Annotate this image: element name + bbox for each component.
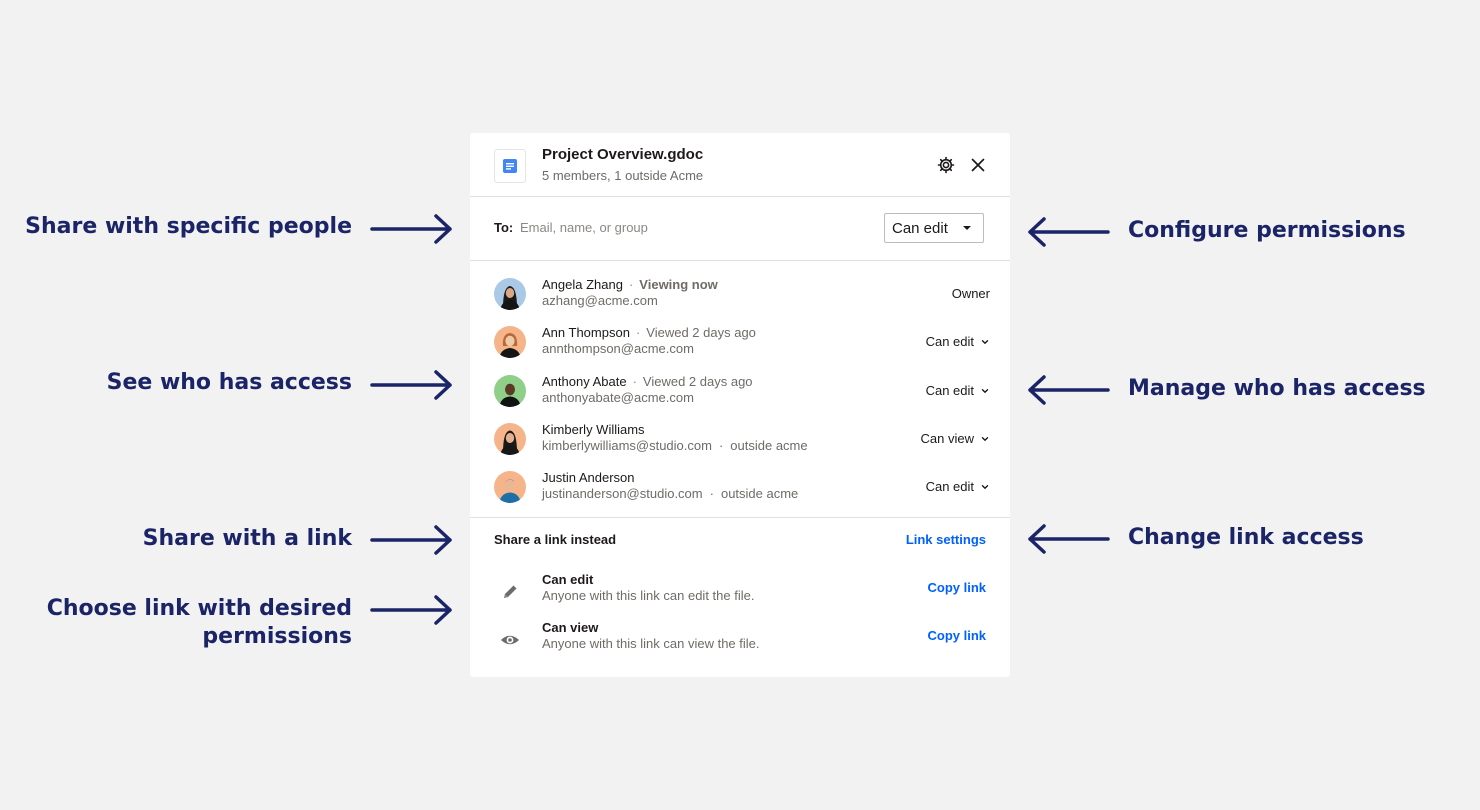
list-item: Kimberly Williams kimberlywilliams@studi… xyxy=(470,416,1010,464)
role-label: Can edit xyxy=(925,479,974,494)
copy-link-button[interactable]: Copy link xyxy=(927,580,986,595)
role-label: Can view xyxy=(920,431,974,446)
link-option-description: Anyone with this link can view the file. xyxy=(542,636,760,651)
member-email: anthonyabate@acme.com xyxy=(542,390,694,405)
arrow-right-icon xyxy=(370,594,456,626)
arrow-left-icon xyxy=(1024,216,1110,248)
member-role-dropdown[interactable]: Can edit xyxy=(926,479,990,494)
arrow-left-icon xyxy=(1024,374,1110,406)
member-name-line: Kimberly Williams xyxy=(542,422,645,437)
role-label: Owner xyxy=(951,286,990,301)
link-option-title: Can edit xyxy=(542,572,594,587)
avatar xyxy=(494,278,526,310)
member-email: kimberlywilliams@studio.com xyxy=(542,438,712,453)
member-email: azhang@acme.com xyxy=(542,293,658,308)
member-email-line: justinanderson@studio.com · outside acme xyxy=(542,486,799,501)
eye-icon xyxy=(498,628,522,652)
link-option-title: Can view xyxy=(542,620,599,635)
member-name: Angela Zhang xyxy=(542,277,623,292)
annotation-share-link: Share with a link xyxy=(142,526,352,551)
arrow-right-icon xyxy=(370,369,456,401)
google-doc-icon xyxy=(494,149,526,183)
close-icon[interactable] xyxy=(968,155,988,175)
external-badge: outside acme xyxy=(730,438,808,453)
list-item: Justin Anderson justinanderson@studio.co… xyxy=(470,464,1010,512)
annotation-see-access: See who has access xyxy=(106,370,352,395)
member-role-dropdown[interactable]: Can view xyxy=(921,431,990,446)
member-status: Viewed 2 days ago xyxy=(642,374,753,389)
chevron-down-icon xyxy=(981,388,989,393)
annotation-choose-link: Choose link with desired permissions xyxy=(47,595,352,651)
permission-dropdown[interactable]: Can edit xyxy=(884,213,984,243)
link-settings-button[interactable]: Link settings xyxy=(906,532,986,547)
recipient-input[interactable] xyxy=(518,214,872,240)
member-summary: 5 members, 1 outside Acme xyxy=(542,168,704,183)
chevron-down-icon xyxy=(981,436,989,441)
link-option-view: Can view Anyone with this link can view … xyxy=(470,620,1010,660)
member-email-line: kimberlywilliams@studio.com · outside acme xyxy=(542,438,808,453)
member-name: Justin Anderson xyxy=(542,470,635,485)
member-name: Kimberly Williams xyxy=(542,422,645,437)
member-name-line: Justin Anderson xyxy=(542,470,635,485)
annotation-choose-link-line2: permissions xyxy=(202,624,352,649)
dialog-header: Project Overview.gdoc 5 members, 1 outsi… xyxy=(470,133,1010,197)
member-status: Viewed 2 days ago xyxy=(646,325,756,340)
pencil-icon xyxy=(498,580,522,604)
member-name-line: Anthony Abate · Viewed 2 days ago xyxy=(542,374,753,389)
annotation-change-link-access: Change link access xyxy=(1128,525,1364,550)
permission-value: Can edit xyxy=(892,220,948,237)
link-option-description: Anyone with this link can edit the file. xyxy=(542,588,755,603)
caret-down-icon xyxy=(963,226,971,230)
list-item: Ann Thompson · Viewed 2 days ago annthomps… xyxy=(470,319,1010,367)
share-to-row: To: Can edit xyxy=(470,197,1010,261)
annotation-share-specific: Share with specific people xyxy=(25,214,352,239)
annotation-manage-access: Manage who has access xyxy=(1128,376,1426,401)
role-label: Can edit xyxy=(925,383,974,398)
avatar xyxy=(494,375,526,407)
list-item: Anthony Abate · Viewed 2 days ago anthonya… xyxy=(470,368,1010,416)
member-email: annthompson@acme.com xyxy=(542,341,694,356)
avatar xyxy=(494,326,526,358)
member-email: justinanderson@studio.com xyxy=(542,486,703,501)
avatar xyxy=(494,423,526,455)
member-status: Viewing now xyxy=(639,277,718,292)
to-label: To: xyxy=(494,220,514,235)
arrow-right-icon xyxy=(370,213,456,245)
avatar xyxy=(494,471,526,503)
copy-link-button[interactable]: Copy link xyxy=(927,628,986,643)
member-role: Owner xyxy=(952,286,990,301)
role-label: Can edit xyxy=(925,334,974,349)
member-list: Angela Zhang · Viewing now azhang@acme.com… xyxy=(470,261,1010,518)
member-name: Anthony Abate xyxy=(542,374,627,389)
arrow-right-icon xyxy=(370,524,456,556)
member-name-line: Ann Thompson · Viewed 2 days ago xyxy=(542,325,756,340)
annotation-choose-link-line1: Choose link with desired xyxy=(46,596,352,621)
list-item: Angela Zhang · Viewing now azhang@acme.com… xyxy=(470,271,1010,319)
share-dialog: Project Overview.gdoc 5 members, 1 outsi… xyxy=(470,133,1010,677)
annotation-configure-permissions: Configure permissions xyxy=(1128,218,1406,243)
member-name: Ann Thompson xyxy=(542,325,630,340)
member-name-line: Angela Zhang · Viewing now xyxy=(542,277,718,292)
chevron-down-icon xyxy=(981,339,989,344)
gear-icon[interactable] xyxy=(936,155,956,175)
member-role-dropdown[interactable]: Can edit xyxy=(926,383,990,398)
file-title: Project Overview.gdoc xyxy=(542,146,704,163)
member-role-dropdown[interactable]: Can edit xyxy=(926,334,990,349)
link-section-title: Share a link instead xyxy=(494,532,617,547)
link-option-edit: Can edit Anyone with this link can edit … xyxy=(470,572,1010,612)
external-badge: outside acme xyxy=(720,486,799,501)
chevron-down-icon xyxy=(981,484,989,489)
arrow-left-icon xyxy=(1024,523,1110,555)
